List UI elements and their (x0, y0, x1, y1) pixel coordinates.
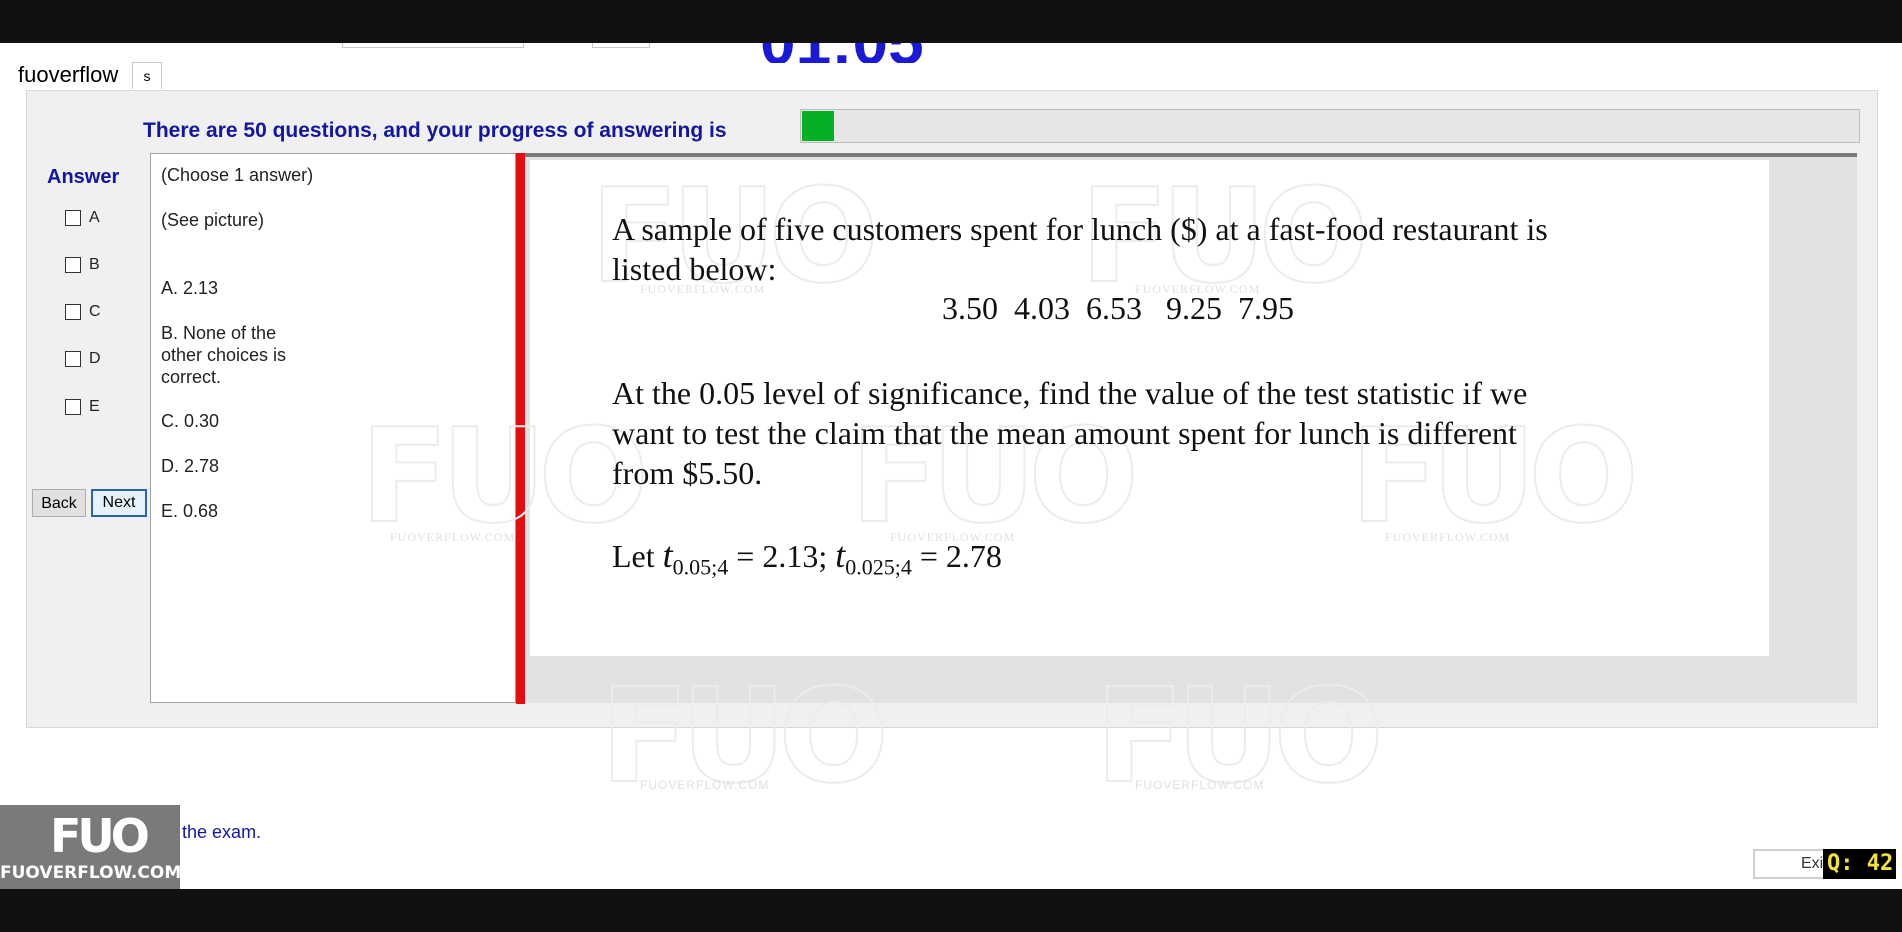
question-counter: Q: 42 (1823, 849, 1896, 879)
exit-button-label: Exi (1801, 855, 1824, 872)
logo-text: FUOVERFLOW.COM (0, 863, 182, 883)
bottom-letterbox-bar (0, 889, 1902, 932)
answer-heading: Answer (47, 166, 120, 188)
hidden-small-field[interactable] (592, 43, 650, 48)
formula-t2: t (835, 535, 846, 575)
progress-bar (800, 109, 1860, 143)
answer-option-e[interactable]: E (65, 396, 100, 418)
window-tab[interactable]: s (132, 62, 162, 89)
choice-d: D. 2.78 (161, 456, 220, 476)
answer-option-b-label: B (89, 256, 100, 273)
question-text-line-3: At the 0.05 level of significance, find … (612, 375, 1528, 411)
checkbox-b[interactable] (65, 257, 81, 273)
watermark-domain: FUOVERFLOW.COM (390, 530, 516, 544)
window-tab-label: s (143, 68, 151, 84)
question-text-line-5: from $5.50. (612, 455, 763, 491)
fuoverflow-logo: FUO FUOVERFLOW.COM (0, 805, 182, 889)
progress-bar-fill (802, 111, 834, 141)
formula-sub2: 0.025;4 (845, 554, 912, 580)
exam-timer-text: 01:05 (760, 43, 924, 63)
watermark-domain: FUOVERFLOW.COM (640, 778, 770, 792)
exam-timer: 01:05 (760, 43, 980, 63)
choices-instruction: (Choose 1 answer) (161, 165, 314, 185)
question-text-line-4: want to test the claim that the mean amo… (612, 415, 1517, 451)
checkbox-d[interactable] (65, 351, 81, 367)
brand-label: fuoverflow (18, 62, 119, 87)
answer-option-e-label: E (89, 398, 100, 415)
question-text-line-1: A sample of five customers spent for lun… (612, 211, 1548, 247)
logo-mark: FUO (50, 809, 150, 863)
question-text-line-2: listed below: (612, 251, 777, 287)
checkbox-e[interactable] (65, 399, 81, 415)
question-image: FUO FUO FUO FUO FUO FUOVERFLOW.COM FUOVE… (359, 159, 1769, 656)
answer-option-d[interactable]: D (65, 348, 101, 370)
hidden-dropdown-field[interactable] (342, 43, 524, 48)
formula-sub1: 0.05;4 (672, 554, 729, 580)
answer-option-d-label: D (89, 350, 101, 367)
choice-c: C. 0.30 (161, 411, 220, 431)
checkbox-a[interactable] (65, 210, 81, 226)
watermark-domain: FUOVERFLOW.COM (1135, 778, 1265, 792)
see-picture-note: (See picture) (161, 210, 265, 230)
answer-option-a-label: A (89, 209, 100, 226)
next-button[interactable]: Next (91, 489, 147, 517)
choice-a: A. 2.13 (161, 278, 219, 298)
formula-let: Let (612, 538, 663, 574)
progress-label: There are 50 questions, and your progres… (143, 119, 727, 142)
top-letterbox-bar (0, 0, 1902, 43)
question-data-values: 3.50 4.03 6.53 9.25 7.95 (942, 290, 1294, 326)
answer-option-a[interactable]: A (65, 207, 100, 229)
answer-option-c[interactable]: C (65, 301, 101, 323)
formula-t1: t (662, 535, 673, 575)
choice-b: B. None of the other choices is correct. (161, 323, 287, 387)
checkbox-c[interactable] (65, 304, 81, 320)
formula-val1: = 2.13; (728, 538, 836, 574)
watermark-domain: FUOVERFLOW.COM (1385, 530, 1511, 544)
choice-e: E. 0.68 (161, 501, 219, 521)
back-button[interactable]: Back (32, 489, 86, 517)
question-formula: Let t0.05;4 = 2.13; t0.025;4 = 2.78 (612, 535, 1002, 587)
answer-option-c-label: C (89, 303, 101, 320)
answer-option-b[interactable]: B (65, 254, 100, 276)
formula-val2: = 2.78 (911, 538, 1002, 574)
